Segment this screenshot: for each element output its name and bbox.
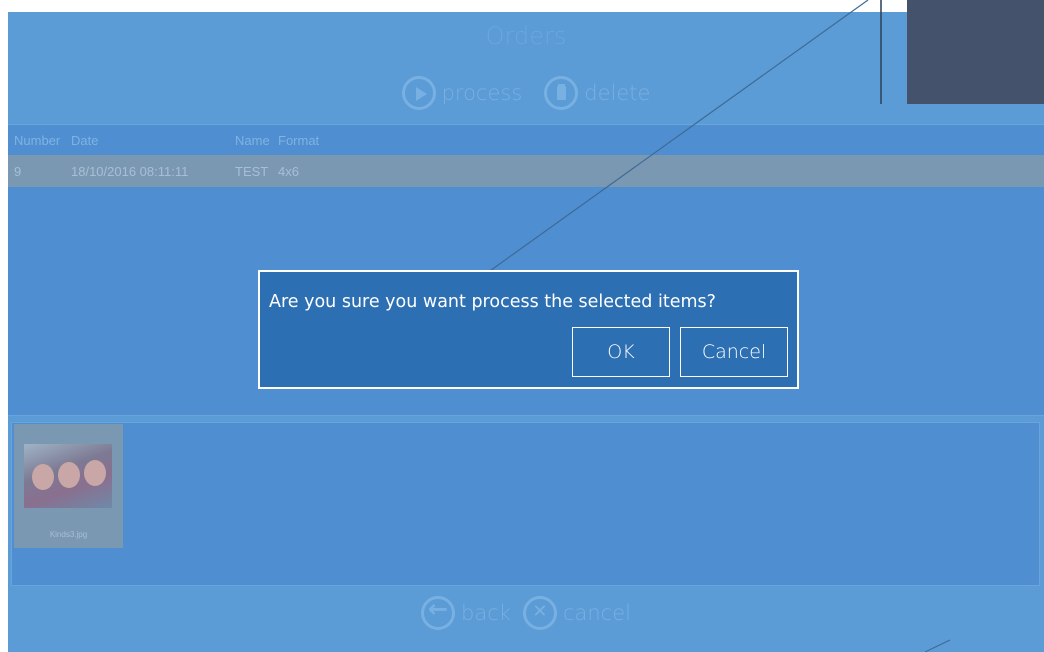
cell-number: 9: [14, 163, 22, 179]
dialog-message: Are you sure you want process the select…: [269, 292, 716, 312]
delete-label: delete: [584, 81, 651, 105]
cell-date: 18/10/2016 08:11:11: [71, 163, 189, 179]
column-header-number: Number: [14, 132, 61, 148]
list-header: Number Date Name Format: [8, 125, 1044, 155]
delete-button[interactable]: delete: [544, 76, 650, 110]
photo-image: [24, 444, 112, 508]
cancel-label: cancel: [562, 601, 631, 625]
page-title: Orders: [485, 22, 567, 50]
column-header-date: Date: [71, 132, 99, 148]
back-button[interactable]: back: [421, 595, 511, 630]
play-icon: [401, 76, 436, 110]
photo-thumbnail[interactable]: Kinds3.jpg: [14, 424, 123, 548]
process-label: process: [441, 81, 523, 105]
corner-box: [907, 0, 1044, 104]
thumbnail-panel: Kinds3.jpg: [11, 422, 1040, 586]
thumbnail-filename: Kinds3.jpg: [49, 530, 88, 539]
confirm-dialog: Are you sure you want process the select…: [258, 270, 799, 389]
back-label: back: [461, 601, 511, 625]
trash-icon: [544, 76, 579, 110]
bottom-bar: back cancel: [8, 595, 1044, 630]
cell-name: TEST: [235, 163, 269, 179]
ok-button[interactable]: OK: [572, 327, 670, 377]
cancel-x-icon: [522, 596, 557, 630]
dialog-cancel-button[interactable]: Cancel: [680, 327, 788, 377]
toolbar: process delete: [8, 76, 1044, 110]
column-header-format: Format: [278, 132, 320, 148]
column-header-name: Name: [235, 132, 270, 148]
process-button[interactable]: process: [401, 76, 523, 110]
back-arrow-icon: [421, 595, 456, 630]
cancel-button[interactable]: cancel: [522, 596, 631, 630]
table-row[interactable]: 9 18/10/2016 08:11:11 TEST 4x6: [8, 155, 1044, 187]
cell-format: 4x6: [278, 163, 299, 179]
